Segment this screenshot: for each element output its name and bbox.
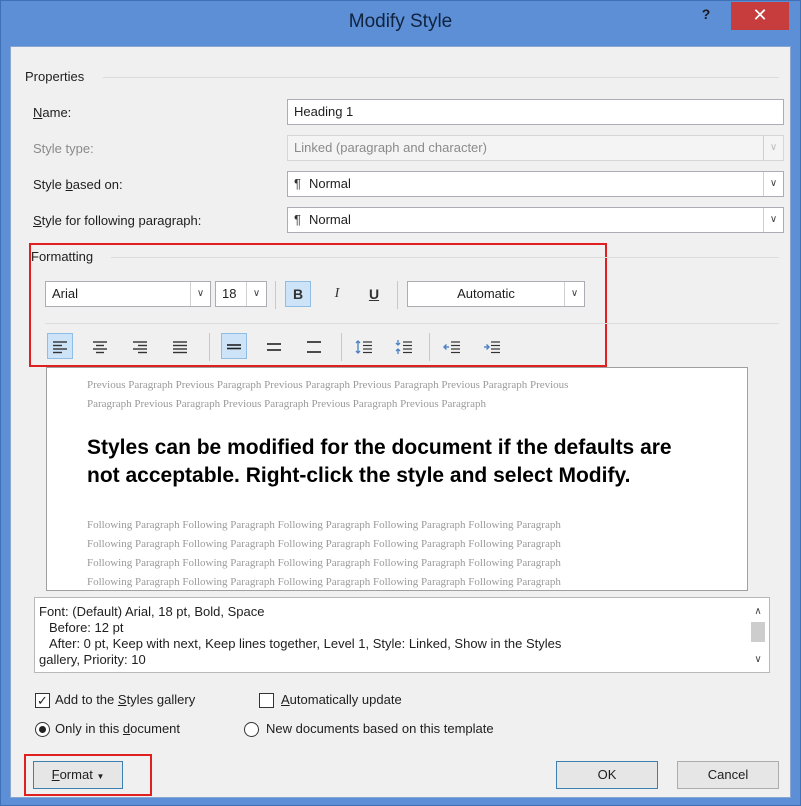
based-on-dropdown[interactable]: ¶ Normal ∨ — [287, 171, 784, 197]
auto-update-checkbox[interactable] — [259, 693, 274, 708]
italic-button[interactable]: I — [324, 281, 350, 307]
toolbar-separator — [275, 281, 276, 309]
ok-button[interactable]: OK — [556, 761, 658, 789]
font-dropdown[interactable]: Arial ∨ — [45, 281, 211, 307]
following-paragraph-label: Style for following paragraph: — [33, 213, 202, 228]
based-on-label: Style based on: — [33, 177, 123, 192]
style-preview-pane: Previous Paragraph Previous Paragraph Pr… — [46, 367, 748, 591]
toolbar-row-divider — [45, 323, 779, 324]
formatting-divider — [111, 257, 779, 258]
style-type-dropdown[interactable]: Linked (paragraph and character) ∨ — [287, 135, 784, 161]
description-line: Before: 12 pt — [49, 620, 124, 635]
name-label: Name: — [33, 105, 72, 120]
toolbar-separator — [397, 281, 398, 309]
pilcrow-icon: ¶ — [294, 212, 301, 227]
previous-paragraph-text: Previous Paragraph Previous Paragraph Pr… — [87, 376, 568, 414]
decrease-indent-button[interactable] — [439, 333, 465, 359]
font-size-dropdown[interactable]: 18 ∨ — [215, 281, 267, 307]
description-line: After: 0 pt, Keep with next, Keep lines … — [49, 636, 562, 651]
decrease-spacing-icon — [395, 340, 412, 355]
chevron-down-icon: ∨ — [763, 136, 783, 160]
toolbar-separator — [209, 333, 210, 361]
pilcrow-icon: ¶ — [294, 176, 301, 191]
align-left-icon — [53, 341, 67, 354]
add-to-gallery-checkbox[interactable]: ✓ — [35, 693, 50, 708]
following-paragraph-dropdown[interactable]: ¶ Normal ∨ — [287, 207, 784, 233]
bold-button[interactable]: B — [285, 281, 311, 307]
single-spacing-button[interactable] — [221, 333, 247, 359]
justify-icon — [173, 341, 187, 354]
style-type-value: Linked (paragraph and character) — [294, 140, 487, 155]
add-to-gallery-label: Add to the Styles gallery — [55, 692, 196, 707]
caret-down-icon: ▼ — [96, 772, 105, 781]
chevron-down-icon: ∨ — [190, 282, 210, 306]
following-value: Normal — [308, 212, 351, 227]
font-size-value: 18 — [222, 286, 237, 301]
scroll-up-icon[interactable]: ∧ — [747, 604, 769, 620]
increase-spacing-icon — [355, 340, 372, 355]
description-line: Font: (Default) Arial, 18 pt, Bold, Spac… — [39, 604, 265, 619]
description-scrollbar[interactable]: ∧ ∨ — [747, 598, 769, 672]
title-bar[interactable]: Modify Style ? ✕ — [1, 1, 800, 45]
based-on-value: Normal — [308, 176, 351, 191]
preview-line: Previous Paragraph Previous Paragraph Pr… — [87, 379, 569, 391]
new-documents-radio[interactable] — [244, 722, 259, 737]
only-this-document-radio[interactable] — [35, 722, 50, 737]
font-value: Arial — [52, 286, 79, 301]
new-documents-label: New documents based on this template — [266, 721, 494, 736]
description-line: gallery, Priority: 10 — [39, 652, 146, 667]
double-spacing-icon — [307, 341, 321, 354]
preview-sample-text: Styles can be modified for the document … — [87, 436, 672, 487]
chevron-down-icon: ∨ — [564, 282, 584, 306]
only-this-document-label: Only in this document — [55, 721, 181, 736]
decrease-indent-icon — [443, 341, 460, 354]
properties-section-label: Properties — [25, 69, 85, 84]
font-color-value: Automatic — [457, 286, 515, 301]
chevron-down-icon: ∨ — [763, 172, 783, 196]
decrease-paragraph-spacing-button[interactable] — [391, 333, 417, 359]
preview-line: Paragraph Previous Paragraph Previous Pa… — [87, 398, 486, 410]
preview-line: Following Paragraph Following Paragraph … — [87, 557, 561, 569]
justify-button[interactable] — [167, 333, 193, 359]
chevron-down-icon: ∨ — [246, 282, 266, 306]
one-half-spacing-button[interactable] — [261, 333, 287, 359]
underline-button[interactable]: U — [361, 281, 387, 307]
align-right-button[interactable] — [127, 333, 153, 359]
align-center-icon — [93, 341, 107, 354]
name-field[interactable]: Heading 1 — [287, 99, 784, 125]
double-spacing-button[interactable] — [301, 333, 327, 359]
following-paragraph-text: Following Paragraph Following Paragraph … — [87, 516, 561, 590]
increase-indent-button[interactable] — [479, 333, 505, 359]
font-color-dropdown[interactable]: Automatic ∨ — [407, 281, 585, 307]
increase-paragraph-spacing-button[interactable] — [351, 333, 377, 359]
dialog-title: Modify Style — [348, 11, 453, 32]
formatting-section-label: Formatting — [31, 249, 94, 264]
auto-update-label: Automatically update — [281, 692, 402, 707]
scroll-down-icon[interactable]: ∨ — [747, 652, 769, 668]
radio-selected-dot — [39, 726, 46, 733]
modify-style-dialog: Modify Style ? ✕ Properties Name: Headin… — [0, 0, 801, 806]
dialog-body: Properties Name: Heading 1 Style type: L… — [10, 46, 791, 798]
toolbar-separator — [341, 333, 342, 361]
increase-indent-icon — [484, 341, 500, 354]
chevron-down-icon: ∨ — [763, 208, 783, 232]
preview-line: Following Paragraph Following Paragraph … — [87, 519, 561, 531]
cancel-button[interactable]: Cancel — [677, 761, 779, 789]
help-button[interactable]: ? — [689, 3, 723, 29]
align-center-button[interactable] — [87, 333, 113, 359]
single-spacing-icon — [227, 344, 241, 350]
align-left-button[interactable] — [47, 333, 73, 359]
style-type-label: Style type: — [33, 141, 94, 156]
one-half-spacing-icon — [267, 343, 281, 352]
scrollbar-thumb[interactable] — [751, 622, 765, 642]
toolbar-separator — [429, 333, 430, 361]
preview-line: Following Paragraph Following Paragraph … — [87, 538, 561, 550]
format-menu-button[interactable]: Format ▼ — [33, 761, 123, 789]
align-right-icon — [133, 341, 147, 354]
preview-line: Following Paragraph Following Paragraph … — [87, 576, 561, 588]
format-button-label: Format — [51, 767, 93, 782]
properties-divider — [103, 77, 779, 78]
style-description-box[interactable]: Font: (Default) Arial, 18 pt, Bold, Spac… — [34, 597, 770, 673]
close-button[interactable]: ✕ — [731, 2, 789, 30]
